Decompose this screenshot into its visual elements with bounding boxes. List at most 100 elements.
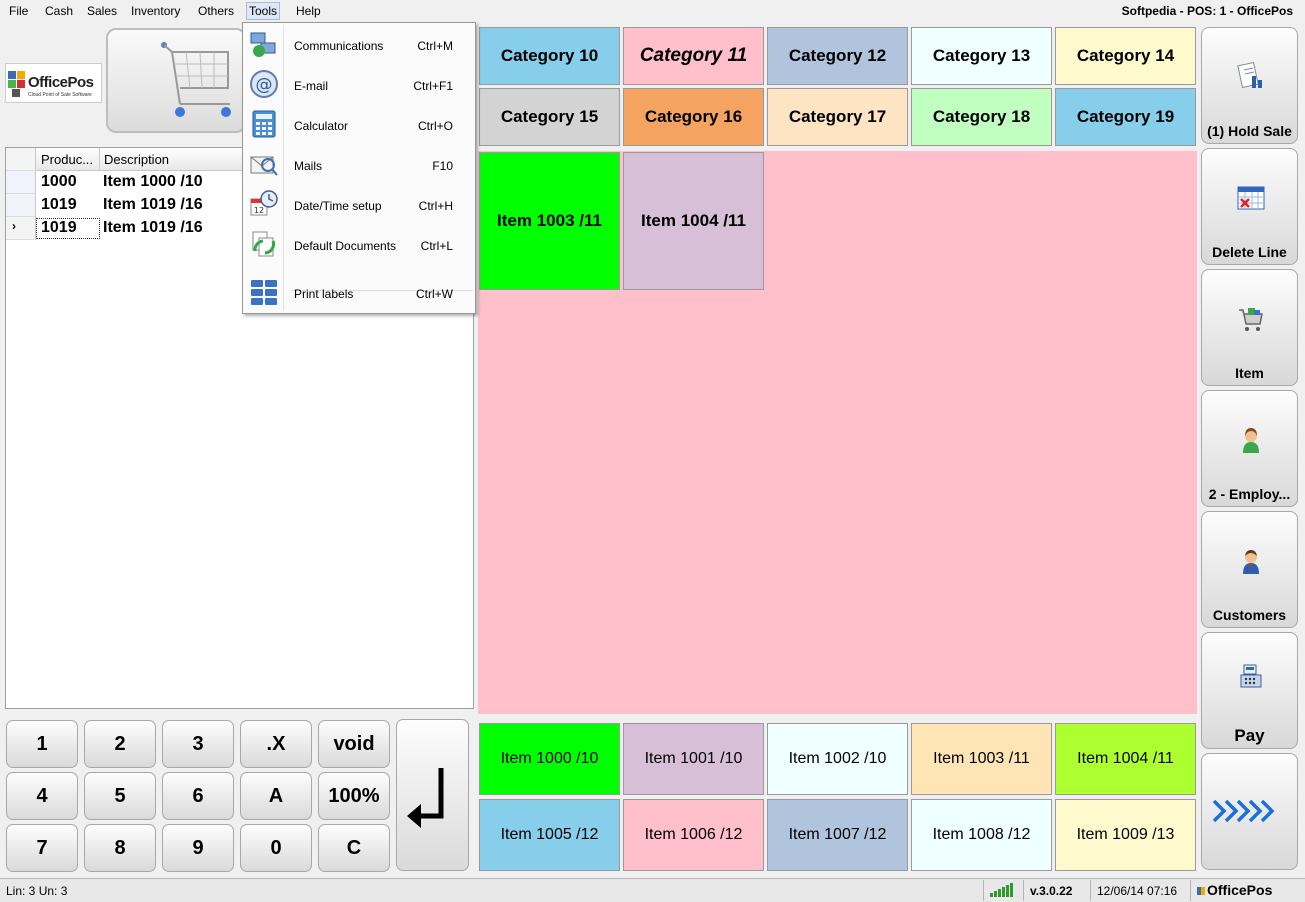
shopping-cart-icon [161, 42, 231, 117]
category-item-button[interactable]: Item 1004 /11 [623, 152, 764, 290]
category-button[interactable]: Category 10 [479, 27, 620, 85]
category-button[interactable]: Category 12 [767, 27, 908, 85]
quick-item-button[interactable]: Item 1009 /13 [1055, 799, 1196, 871]
quick-item-button[interactable]: Item 1007 /12 [767, 799, 908, 871]
column-description[interactable]: Description [104, 152, 169, 167]
key-8[interactable]: 8 [84, 824, 156, 872]
row-product: 1019 [41, 219, 77, 236]
delete-line-icon [1237, 186, 1265, 210]
category-button[interactable]: Category 11 [623, 27, 764, 85]
menu-others[interactable]: Others [198, 4, 234, 18]
current-row-indicator: › [12, 219, 16, 233]
menu-item-mails[interactable]: Mails F10 [243, 145, 475, 181]
mails-icon [250, 156, 278, 176]
row-product: 1000 [41, 173, 77, 190]
menu-file[interactable]: File [9, 4, 28, 18]
row-description: Item 1019 /16 [103, 196, 203, 213]
key-void[interactable]: void [318, 720, 390, 768]
quick-item-button[interactable]: Item 1005 /12 [479, 799, 620, 871]
status-bar: Lin: 3 Un: 3 v.3.0.22 12/06/14 07:16 Off… [0, 878, 1305, 902]
category-button[interactable]: Category 16 [623, 88, 764, 146]
row-description: Item 1019 /16 [103, 219, 203, 236]
row-product: 1019 [41, 196, 77, 213]
key-0[interactable]: 0 [240, 824, 312, 872]
item-button[interactable]: Item [1201, 269, 1298, 386]
key-1[interactable]: 1 [6, 720, 78, 768]
key-100-percent[interactable]: 100% [318, 772, 390, 820]
menu-inventory[interactable]: Inventory [131, 4, 180, 18]
quick-item-button[interactable]: Item 1002 /10 [767, 723, 908, 795]
menu-item-shortcut: F10 [432, 159, 453, 173]
logo-tagline: Cloud Point of Sale Software [28, 92, 92, 98]
category-button[interactable]: Category 14 [1055, 27, 1196, 85]
menu-item-label: Default Documents [294, 239, 397, 253]
more-options-button[interactable] [1201, 753, 1298, 870]
menu-item-label: Print labels [294, 287, 354, 301]
tools-menu-dropdown: Communications Ctrl+M @ E-mail Ctrl+F1 C… [242, 22, 476, 314]
menu-item-print-labels[interactable]: Print labels Ctrl+W [243, 273, 475, 309]
menu-item-email[interactable]: @ E-mail Ctrl+F1 [243, 65, 475, 101]
logo-mark-icon [8, 69, 26, 99]
customers-button[interactable]: Customers [1201, 511, 1298, 628]
category-button[interactable]: Category 18 [911, 88, 1052, 146]
menu-cash[interactable]: Cash [45, 4, 73, 18]
labels-icon [251, 280, 277, 305]
menu-item-calculator[interactable]: Calculator Ctrl+O [243, 105, 475, 141]
key-2[interactable]: 2 [84, 720, 156, 768]
category-button[interactable]: Category 13 [911, 27, 1052, 85]
menu-sales[interactable]: Sales [87, 4, 117, 18]
pay-register-icon [1240, 664, 1262, 688]
category-item-button[interactable]: Item 1003 /11 [479, 152, 620, 290]
chevrons-right-icon [1212, 799, 1275, 823]
quick-item-button[interactable]: Item 1003 /11 [911, 723, 1052, 795]
email-icon: @ [250, 70, 278, 98]
svg-text:12: 12 [254, 206, 264, 215]
signal-icon [983, 880, 1023, 901]
button-label: Pay [1234, 726, 1265, 745]
menu-item-communications[interactable]: Communications Ctrl+M [243, 25, 475, 61]
brand-logo-icon [1197, 887, 1205, 895]
menu-item-date-time-setup[interactable]: 12 Date/Time setup Ctrl+H [243, 185, 475, 221]
hold-sale-button[interactable]: (1) Hold Sale [1201, 27, 1298, 144]
quick-item-button[interactable]: Item 1006 /12 [623, 799, 764, 871]
menu-item-default-documents[interactable]: Default Documents Ctrl+L [243, 225, 475, 261]
status-datetime: 12/06/14 07:16 [1090, 880, 1183, 901]
key-6[interactable]: 6 [162, 772, 234, 820]
menu-item-label: Mails [294, 159, 323, 173]
button-label: 2 - Employ... [1208, 486, 1291, 502]
category-button[interactable]: Category 19 [1055, 88, 1196, 146]
delete-line-button[interactable]: Delete Line [1201, 148, 1298, 265]
key-clear[interactable]: C [318, 824, 390, 872]
category-button[interactable]: Category 17 [767, 88, 908, 146]
enter-button[interactable] [396, 719, 469, 871]
column-product[interactable]: Produc... [41, 152, 93, 167]
key-a[interactable]: A [240, 772, 312, 820]
key-9[interactable]: 9 [162, 824, 234, 872]
employee-button[interactable]: 2 - Employ... [1201, 390, 1298, 507]
customer-icon [1243, 550, 1259, 574]
key-5[interactable]: 5 [84, 772, 156, 820]
cart-button[interactable] [106, 28, 246, 133]
officepos-logo: OfficePos Cloud Point of Sale Software [5, 63, 102, 103]
logo-name: OfficePos [28, 74, 94, 91]
category-button[interactable]: Category 15 [479, 88, 620, 146]
menu-item-shortcut: Ctrl+L [420, 239, 453, 253]
menu-item-label: Communications [294, 39, 384, 53]
menu-tools[interactable]: Tools [246, 2, 281, 20]
employee-icon [1243, 428, 1259, 453]
quick-item-button[interactable]: Item 1000 /10 [479, 723, 620, 795]
quick-item-button[interactable]: Item 1004 /11 [1055, 723, 1196, 795]
quick-item-button[interactable]: Item 1001 /10 [623, 723, 764, 795]
key-3[interactable]: 3 [162, 720, 234, 768]
menu-bar: File Cash Sales Inventory Others Tools H… [0, 0, 1305, 24]
key-multiply[interactable]: .X [240, 720, 312, 768]
key-4[interactable]: 4 [6, 772, 78, 820]
pay-button[interactable]: Pay [1201, 632, 1298, 749]
menu-item-shortcut: Ctrl+F1 [413, 79, 453, 93]
status-brand: OfficePos [1190, 880, 1278, 901]
quick-item-button[interactable]: Item 1008 /12 [911, 799, 1052, 871]
enter-arrow-icon [407, 768, 444, 828]
line-unit-count: Lin: 3 Un: 3 [6, 884, 68, 898]
key-7[interactable]: 7 [6, 824, 78, 872]
menu-help[interactable]: Help [296, 4, 321, 18]
